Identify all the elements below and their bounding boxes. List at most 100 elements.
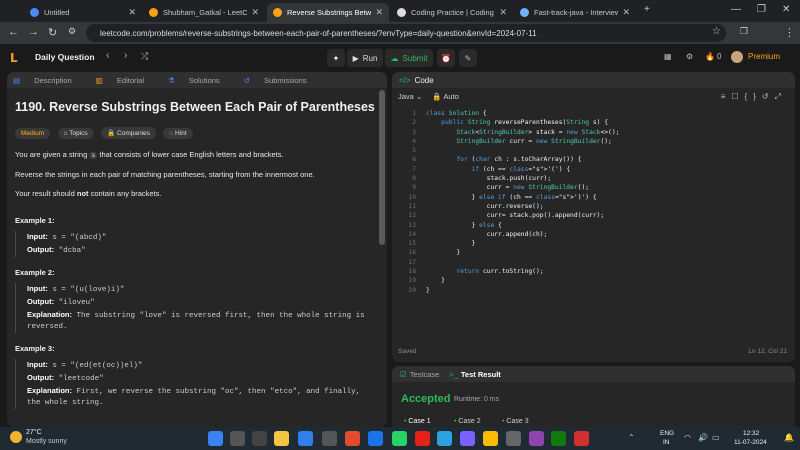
wifi-icon[interactable]: ◠ [684, 433, 691, 442]
code-line[interactable]: 12 curr= stack.pop().append(curr); [398, 211, 619, 220]
code-line[interactable]: 20} [398, 286, 619, 295]
run-button[interactable]: ▶ Run [347, 49, 383, 67]
bookmark-icon[interactable]: ☐ [731, 92, 744, 101]
dell-icon[interactable] [368, 431, 383, 446]
extensions-icon[interactable]: ❐ [740, 26, 748, 37]
youtube-icon[interactable] [415, 431, 430, 446]
code-line[interactable]: 14 curr.append(ch); [398, 230, 619, 239]
language-select[interactable]: Java ⌄ [398, 92, 422, 101]
case-tab-2[interactable]: • Case 2 [454, 418, 481, 425]
code-line[interactable]: 7 if (ch == class="s">'(') { [398, 165, 619, 174]
browser-tab-4[interactable]: Fast-track-java - Interviewbit✕ [514, 3, 636, 22]
prev-problem-icon[interactable]: ‹ [106, 50, 109, 61]
layout-icon[interactable]: ▦ [664, 52, 672, 61]
browser-tab-0[interactable]: Untitled ✕ [24, 3, 142, 22]
code-line[interactable]: 1 class Solution { [398, 109, 619, 118]
leetcode-logo-icon[interactable]: ᒪ [10, 51, 18, 65]
notification-icon[interactable]: 🔔 [784, 433, 794, 442]
brave-icon[interactable] [345, 431, 360, 446]
code-line[interactable]: 9 curr = new StringBuilder(); [398, 183, 619, 192]
clock-time[interactable]: 12:32 [743, 430, 759, 437]
hint-chip[interactable]: ◌ Hint [163, 128, 193, 139]
code-line[interactable]: 19 } [398, 276, 619, 285]
browser-tab-3[interactable]: Coding Practice | Coding Challe✕ [391, 3, 513, 22]
clock-date[interactable]: 11-07-2024 [734, 439, 767, 446]
code-line[interactable]: 18 return curr.toString(); [398, 267, 619, 276]
companies-chip[interactable]: 🔒 Companies [101, 127, 156, 139]
chrome-icon[interactable] [483, 431, 498, 446]
shuffle-icon[interactable]: ⤮ [141, 51, 148, 62]
premium-link[interactable]: Premium [748, 52, 780, 61]
auto-mode-label[interactable]: Auto [443, 92, 458, 101]
timer-button[interactable]: ⏰ [437, 49, 455, 67]
browser-tab-2[interactable]: Reverse Substrings Between Ea✕ [267, 3, 389, 22]
reset-icon[interactable]: ↺ [762, 92, 775, 101]
close-window-icon[interactable]: ✕ [782, 4, 790, 15]
case-tab-3[interactable]: • Case 3 [502, 418, 529, 425]
task-view-icon[interactable] [252, 431, 267, 446]
code-line[interactable]: 8 stack.push(curr); [398, 174, 619, 183]
language-indicator[interactable]: ENG [660, 430, 674, 437]
bookmark-star-icon[interactable]: ☆ [712, 26, 721, 37]
close-tab-icon[interactable]: ✕ [622, 7, 630, 18]
browser-tab-1[interactable]: Shubham_Gatkal - LeetCode Pr✕ [143, 3, 265, 22]
telegram-icon[interactable] [437, 431, 452, 446]
user-avatar[interactable] [731, 51, 743, 63]
code-editor[interactable]: 1 class Solution {2 public String reverse… [398, 109, 619, 295]
case-tab-1[interactable]: • Case 1 [404, 418, 431, 425]
forward-icon[interactable]: → [28, 26, 39, 38]
tab-solutions[interactable]: ⚗ Solutions [168, 76, 232, 85]
app-icon[interactable] [506, 431, 521, 446]
url-input[interactable]: leetcode.com/problems/reverse-substrings… [86, 24, 726, 42]
new-tab-icon[interactable]: + [644, 4, 650, 15]
xbox-icon[interactable] [551, 431, 566, 446]
code-line[interactable]: 5 [398, 146, 619, 155]
next-problem-icon[interactable]: › [124, 50, 127, 61]
format-icon[interactable]: ≡ [721, 92, 732, 101]
description-scrollbar[interactable] [379, 90, 385, 245]
close-tab-icon[interactable]: ✕ [251, 7, 259, 18]
code-line[interactable]: 6 for (char ch : s.toCharArray()) { [398, 155, 619, 164]
notepad-icon[interactable] [322, 431, 337, 446]
submit-button[interactable]: ☁ Submit [385, 49, 433, 67]
site-info-icon[interactable]: ⚙ [68, 26, 76, 37]
close-tab-icon[interactable]: ✕ [375, 7, 383, 18]
search-icon[interactable] [230, 431, 245, 446]
notes-button[interactable]: ✎ [459, 49, 477, 67]
tab-testcase[interactable]: Testcase [410, 370, 440, 379]
code-line[interactable]: 3 Stack<StringBuilder> stack = new Stack… [398, 128, 619, 137]
menu-icon[interactable]: ⋮ [784, 26, 795, 39]
minimize-icon[interactable]: — [731, 4, 741, 15]
code-line[interactable]: 15 } [398, 239, 619, 248]
battery-icon[interactable]: ▭ [712, 433, 720, 442]
code-line[interactable]: 16 } [398, 248, 619, 257]
close-tab-icon[interactable]: ✕ [499, 7, 507, 18]
fullscreen-icon[interactable]: ⤢ [775, 92, 787, 101]
app-icon[interactable] [529, 431, 544, 446]
chevron-up-icon[interactable]: ⌃ [628, 433, 635, 442]
maximize-icon[interactable]: ❐ [757, 4, 766, 15]
code-line[interactable]: 11 curr.reverse(); [398, 202, 619, 211]
tab-description[interactable]: ▤ Description [13, 76, 84, 85]
close-tab-icon[interactable]: ✕ [128, 7, 136, 18]
back-icon[interactable]: ← [8, 26, 19, 38]
daily-question-link[interactable]: Daily Question [35, 52, 95, 62]
tab-submissions[interactable]: ↺ Submissions [244, 76, 319, 85]
tab-test-result[interactable]: Test Result [461, 370, 501, 379]
file-explorer-icon[interactable] [274, 431, 289, 446]
tab-editorial[interactable]: ▥ Editorial [96, 76, 156, 85]
reload-icon[interactable]: ↻ [48, 26, 57, 39]
volume-icon[interactable]: 🔊 [698, 433, 708, 442]
whatsapp-icon[interactable] [392, 431, 407, 446]
code-line[interactable]: 2 public String reverseParentheses(Strin… [398, 118, 619, 127]
app-icon[interactable] [574, 431, 589, 446]
topics-chip[interactable]: ⌂ Topics [57, 128, 94, 139]
code-line[interactable]: 17 [398, 258, 619, 267]
code-line[interactable]: 10 } else if (ch == class="s">')') { [398, 193, 619, 202]
code-line[interactable]: 4 StringBuilder curr = new StringBuilder… [398, 137, 619, 146]
app-icon[interactable] [460, 431, 475, 446]
settings-gear-icon[interactable]: ⚙ [686, 52, 693, 61]
braces-icon[interactable]: {} [745, 92, 762, 101]
start-icon[interactable] [208, 431, 223, 446]
vscode-icon[interactable] [298, 431, 313, 446]
